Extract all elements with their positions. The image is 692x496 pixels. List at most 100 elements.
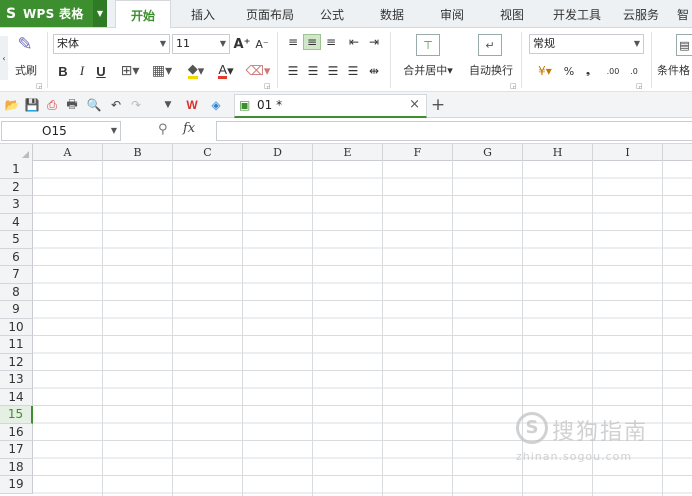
row-header-16[interactable]: 16 [0,423,33,441]
justify-icon[interactable]: ☰ [345,63,361,79]
cell-style-icon[interactable]: ▦▾ [147,61,177,81]
row-header-7[interactable]: 7 [0,266,33,284]
customize-dropdown-icon[interactable]: ▼ [160,97,176,113]
document-tab[interactable]: ▣ 01 * × [234,94,427,118]
align-top-icon[interactable]: ≡ [285,34,301,50]
wrap-text-label[interactable]: 自动换行 [463,62,519,78]
row-header-4[interactable]: 4 [0,213,33,231]
print-icon[interactable]: 🖶 [64,97,80,113]
column-header-e[interactable]: E [313,144,383,161]
percent-button[interactable]: % [562,61,576,81]
print-preview-icon[interactable]: 🔍 [86,97,102,113]
number-launcher-icon[interactable]: ◲ [636,82,643,90]
new-tab-plus-icon[interactable]: + [430,95,446,115]
tab-smart[interactable]: 智 [674,0,692,28]
format-painter-icon[interactable]: ✎ [12,32,38,56]
tab-formulas[interactable]: 公式 [308,0,356,28]
increase-decimal-button[interactable]: .00 [603,61,623,81]
conditional-format-label[interactable]: 条件格 [657,62,692,78]
row-header-14[interactable]: 14 [0,388,33,406]
undo-icon[interactable]: ↶ [108,97,124,113]
tab-insert[interactable]: 插入 [178,0,228,28]
align-bottom-icon[interactable]: ≡ [323,34,339,50]
align-center-icon[interactable]: ☰ [305,63,321,79]
chevron-down-icon[interactable]: ▼ [111,122,117,140]
bold-button[interactable]: B [55,61,71,81]
italic-button[interactable]: I [74,61,90,81]
distribute-icon[interactable]: ⇹ [365,63,383,79]
row-header-2[interactable]: 2 [0,178,33,196]
row-header-8[interactable]: 8 [0,283,33,301]
column-header-h[interactable]: H [523,144,593,161]
export-pdf-icon[interactable]: ⎙ [44,97,60,113]
cell-area[interactable] [33,161,692,496]
tab-page-layout[interactable]: 页面布局 [238,0,302,28]
row-header-5[interactable]: 5 [0,231,33,249]
conditional-format-icon[interactable]: ▤ [676,34,692,56]
alignment-launcher-icon[interactable]: ◲ [510,82,517,90]
row-header-18[interactable]: 18 [0,458,33,476]
row-header-10[interactable]: 10 [0,318,33,336]
row-header-9[interactable]: 9 [0,301,33,319]
currency-icon[interactable]: ¥▾ [532,61,558,81]
row-header-19[interactable]: 19 [0,476,33,494]
column-header-j[interactable] [663,144,692,161]
tab-view[interactable]: 视图 [488,0,536,28]
column-header-b[interactable]: B [103,144,173,161]
underline-button[interactable]: U [93,61,109,81]
shrink-font-button[interactable]: A⁻ [254,34,270,54]
decrease-decimal-button[interactable]: .0 [624,61,644,81]
save-icon[interactable]: 💾 [24,97,40,113]
fill-color-icon[interactable]: ◆ ▾ [182,61,210,81]
row-header-1[interactable]: 1 [0,161,33,179]
row-header-13[interactable]: 13 [0,371,33,389]
font-name-select[interactable]: 宋体 ▼ [53,34,170,54]
app-menu-button[interactable]: S WPS 表格 ▼ [0,0,107,27]
comma-button[interactable]: ❟ [582,61,594,81]
row-header-17[interactable]: 17 [0,441,33,459]
align-right-icon[interactable]: ☰ [325,63,341,79]
column-header-f[interactable]: F [383,144,453,161]
merge-center-icon[interactable]: ⊤ [416,34,440,56]
format-painter-label[interactable]: 式刷 [11,62,41,78]
tab-developer[interactable]: 开发工具 [545,0,609,28]
merge-center-button[interactable]: 合并居中 ▾ [398,62,458,78]
row-header-12[interactable]: 12 [0,353,33,371]
row-header-6[interactable]: 6 [0,248,33,266]
tab-review[interactable]: 审阅 [428,0,476,28]
number-format-select[interactable]: 常规 ▼ [529,34,644,54]
wrap-text-icon[interactable]: ↵ [478,34,502,56]
ribbon-scroll-left-icon[interactable]: ‹ [0,36,8,80]
grow-font-button[interactable]: A⁺ [234,34,251,54]
row-header-3[interactable]: 3 [0,196,33,214]
cloud-cube-icon[interactable]: ◈ [208,97,224,113]
increase-indent-icon[interactable]: ⇥ [366,34,382,50]
open-folder-icon[interactable]: 📂 [4,97,20,113]
column-header-d[interactable]: D [243,144,313,161]
tab-home[interactable]: 开始 [115,0,171,29]
font-color-icon[interactable]: A ▾ [212,61,240,81]
decrease-indent-icon[interactable]: ⇤ [346,34,362,50]
clear-format-icon[interactable]: ⌫▾ [244,61,272,81]
app-dropdown-icon[interactable]: ▼ [93,0,107,27]
column-header-c[interactable]: C [173,144,243,161]
zoom-function-icon[interactable]: ⚲ [158,122,168,137]
row-header-15[interactable]: 15 [0,406,33,424]
name-box[interactable]: O15 ▼ [1,121,121,141]
select-all-corner[interactable] [0,144,33,161]
font-size-select[interactable]: 11 ▼ [172,34,230,54]
row-header-11[interactable]: 11 [0,336,33,354]
font-launcher-icon[interactable]: ◲ [264,82,271,90]
tab-data[interactable]: 数据 [368,0,416,28]
clipboard-launcher-icon[interactable]: ◲ [36,82,43,90]
align-left-icon[interactable]: ☰ [285,63,301,79]
insert-function-button[interactable]: fx [183,121,195,136]
close-tab-icon[interactable]: × [409,97,420,112]
wps-docer-icon[interactable]: W [184,97,200,113]
tab-cloud[interactable]: 云服务 [614,0,668,28]
borders-icon[interactable]: ⊞▾ [116,61,144,81]
formula-input[interactable] [216,121,692,141]
redo-icon[interactable]: ↷ [128,97,144,113]
column-header-i[interactable]: I [593,144,663,161]
align-middle-icon[interactable]: ≡ [303,34,321,50]
